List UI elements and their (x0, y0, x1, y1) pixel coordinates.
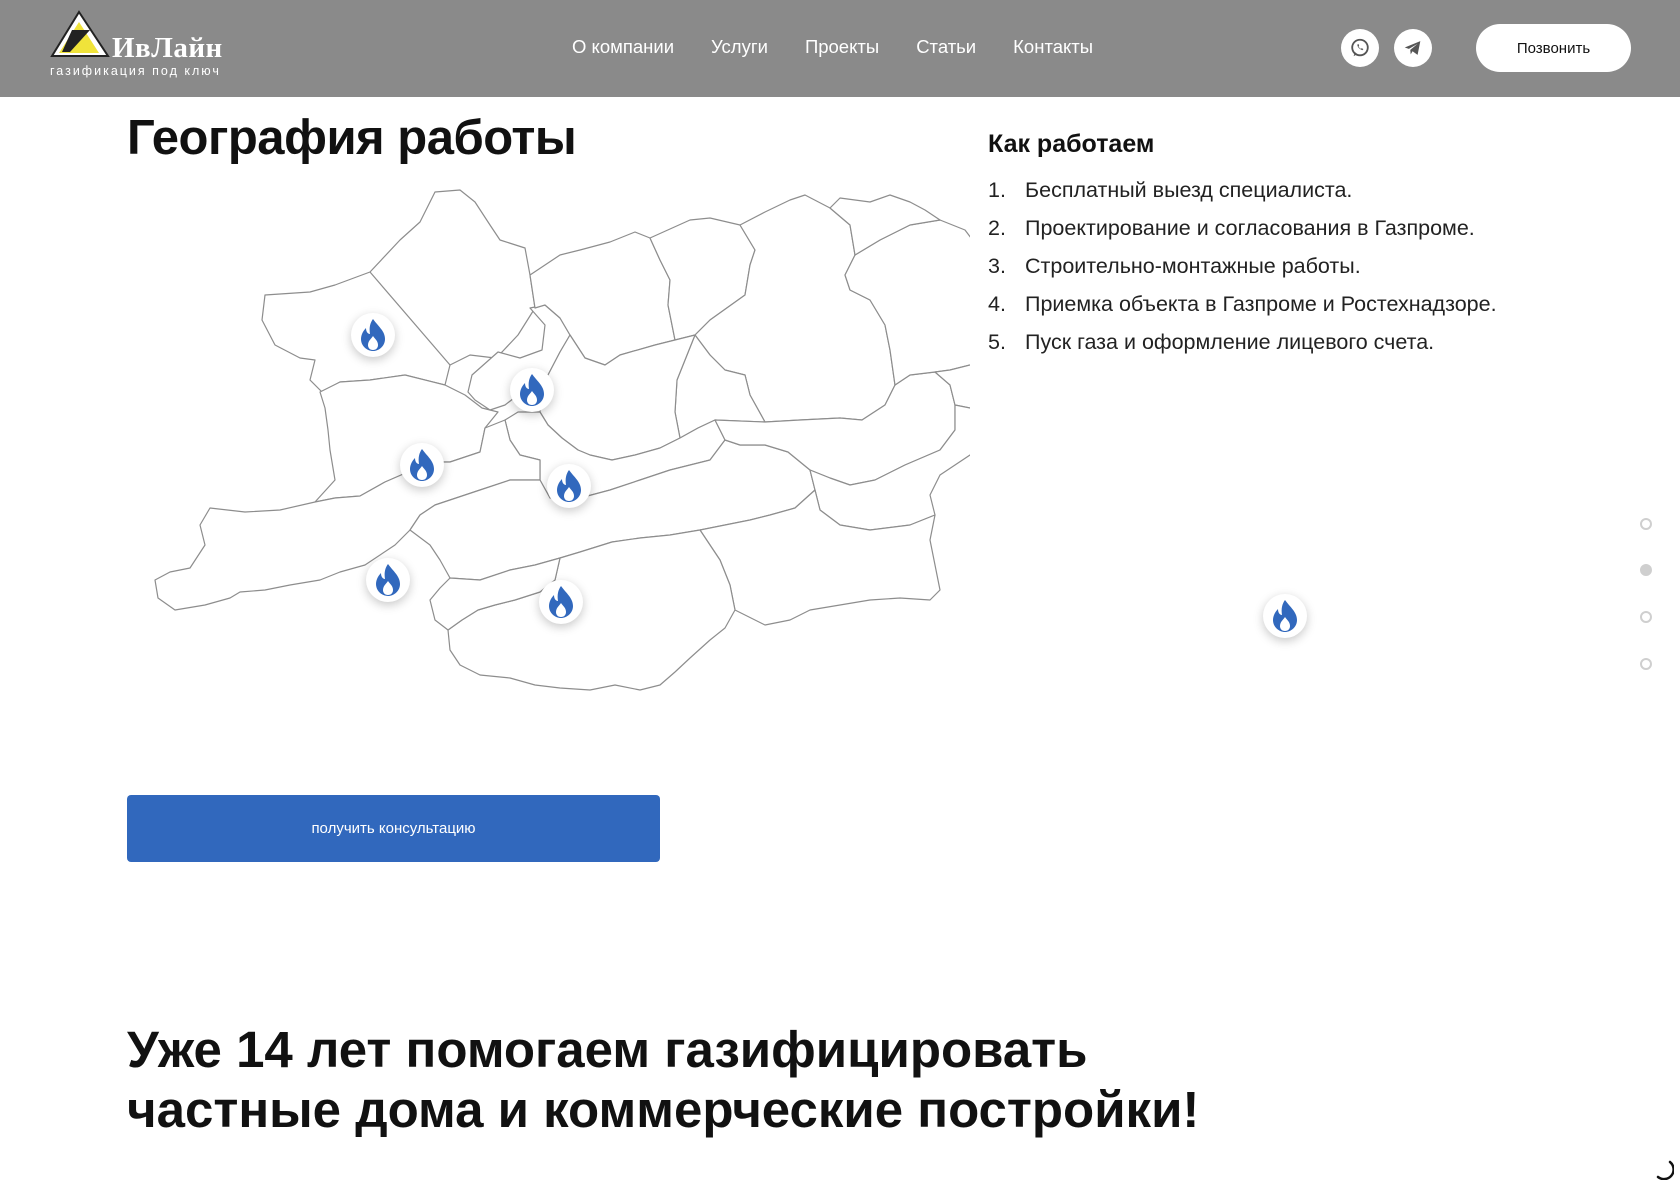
nav-item-projects[interactable]: Проекты (805, 36, 879, 62)
map-pin[interactable] (510, 368, 554, 412)
list-item: 1. Бесплатный выезд специалиста. (988, 171, 1608, 209)
step-text: Строительно-монтажные работы. (1025, 254, 1361, 278)
call-button[interactable]: Позвонить (1476, 24, 1631, 72)
side-nav-dot-4[interactable] (1640, 658, 1652, 670)
nav-item-services[interactable]: Услуги (711, 36, 768, 62)
side-nav-dot-3[interactable] (1640, 611, 1652, 623)
step-number: 4. (988, 292, 1006, 316)
step-number: 5. (988, 330, 1006, 354)
logo[interactable]: ИвЛайн газификация под ключ (48, 10, 248, 82)
whatsapp-button[interactable] (1341, 29, 1379, 67)
map-pin[interactable] (351, 313, 395, 357)
nav-item-about[interactable]: О компании (572, 36, 674, 62)
list-item: 5. Пуск газа и оформление лицевого счета. (988, 323, 1608, 361)
flame-icon (376, 564, 400, 596)
step-number: 3. (988, 254, 1006, 278)
side-nav-dot-2[interactable] (1640, 564, 1652, 576)
flame-icon (1273, 600, 1297, 632)
flame-icon (361, 319, 385, 351)
step-text: Пуск газа и оформление лицевого счета. (1025, 330, 1435, 354)
logo-triangle-icon (50, 10, 110, 57)
map-pin[interactable] (400, 443, 444, 487)
experience-heading: Уже 14 лет помогаем газифицировать частн… (127, 1020, 1427, 1140)
logo-name: ИвЛайн (112, 32, 223, 64)
how-we-work: Как работаем 1. Бесплатный выезд специали… (988, 130, 1608, 361)
experience-heading-line-2: частные дома и коммерческие постройки! (127, 1081, 1200, 1138)
list-item: 2. Проектирование и согласования в Газпро… (988, 209, 1608, 247)
step-text: Проектирование и согласования в Газпроме… (1025, 216, 1475, 240)
main-nav: О компании Услуги Проекты Статьи Контакт… (572, 36, 1093, 62)
flame-icon (549, 586, 573, 618)
nav-item-contacts[interactable]: Контакты (1013, 36, 1093, 62)
map-pin[interactable] (547, 464, 591, 508)
map-pin[interactable] (1263, 594, 1307, 638)
list-item: 4. Приемка объекта в Газпроме и Ростехнад… (988, 285, 1608, 323)
map-pin[interactable] (539, 580, 583, 624)
step-number: 1. (988, 178, 1006, 202)
section-title-geography: География работы (127, 111, 577, 165)
site-header: ИвЛайн газификация под ключ О компании У… (0, 0, 1680, 97)
experience-heading-line-1: Уже 14 лет помогаем газифицировать (127, 1021, 1088, 1078)
step-text: Бесплатный выезд специалиста. (1025, 178, 1353, 202)
step-number: 2. (988, 216, 1006, 240)
loading-spinner-icon (1656, 1160, 1674, 1180)
flame-icon (410, 449, 434, 481)
nav-item-articles[interactable]: Статьи (916, 36, 976, 62)
side-nav-dot-1[interactable] (1640, 518, 1652, 530)
steps-list: 1. Бесплатный выезд специалиста. 2. Проект… (988, 171, 1608, 361)
whatsapp-icon (1351, 38, 1369, 57)
region-map (154, 189, 970, 691)
consultation-button[interactable]: получить консультацию (127, 795, 660, 862)
map-pin[interactable] (366, 558, 410, 602)
flame-icon (520, 374, 544, 406)
how-we-work-title: Как работаем (988, 130, 1155, 158)
step-text: Приемка объекта в Газпроме и Ростехнадзо… (1025, 292, 1497, 316)
telegram-icon (1404, 41, 1421, 55)
flame-icon (557, 470, 581, 502)
logo-tagline: газификация под ключ (50, 64, 221, 78)
list-item: 3. Строительно-монтажные работы. (988, 247, 1608, 285)
telegram-button[interactable] (1394, 29, 1432, 67)
